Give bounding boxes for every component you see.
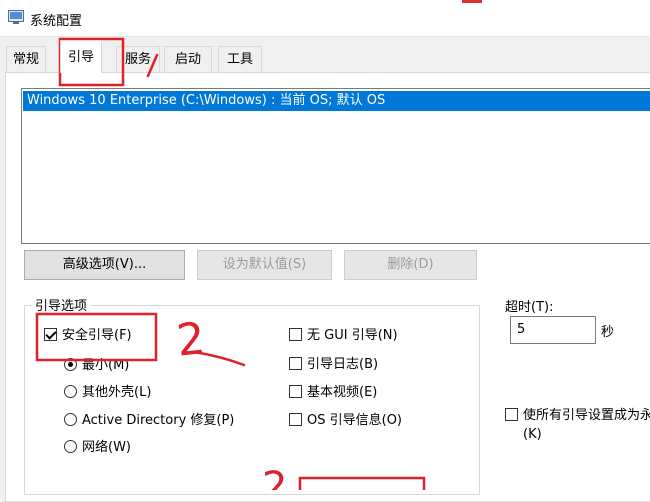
boot-log-label: 引导日志(B) xyxy=(307,357,379,372)
window-title: 系统配置 xyxy=(30,14,83,29)
no-gui-check-icon[interactable] xyxy=(289,328,302,341)
make-permanent-checkbox[interactable]: 使所有引导设置成为永 xyxy=(505,406,650,426)
tab-boot[interactable]: 引导 xyxy=(60,40,102,73)
tab-startup[interactable]: 启动 xyxy=(164,46,212,72)
title-bar: 系统配置 xyxy=(0,0,650,37)
os-list[interactable]: Windows 10 Enterprise (C:\Windows) : 当前 … xyxy=(21,88,650,244)
tab-services[interactable]: 服务 xyxy=(116,46,160,72)
advanced-options-button[interactable]: 高级选项(V)... xyxy=(24,250,185,280)
boot-log-check-icon[interactable] xyxy=(289,357,302,370)
os-boot-info-checkbox[interactable]: OS 引导信息(O) xyxy=(289,411,402,431)
minimal-radio[interactable]: 最小(M) xyxy=(64,356,129,376)
ad-repair-radio-icon[interactable] xyxy=(64,413,77,426)
boot-log-checkbox[interactable]: 引导日志(B) xyxy=(289,355,378,375)
os-boot-info-check-icon[interactable] xyxy=(289,413,302,426)
alternate-shell-label: 其他外壳(L) xyxy=(82,385,152,400)
base-video-checkbox[interactable]: 基本视频(E) xyxy=(289,383,377,403)
timeout-unit: 秒 xyxy=(601,325,615,340)
base-video-check-icon[interactable] xyxy=(289,385,302,398)
set-default-button[interactable]: 设为默认值(S) xyxy=(197,250,332,280)
timeout-label: 超时(T): xyxy=(505,300,554,315)
delete-button[interactable]: 删除(D) xyxy=(344,250,477,280)
make-permanent-label-2: (K) xyxy=(523,427,542,442)
minimal-radio-icon[interactable] xyxy=(64,358,77,371)
tab-tools[interactable]: 工具 xyxy=(218,46,262,72)
safe-boot-checkbox[interactable]: 安全引导(F) xyxy=(44,326,132,346)
minimal-label: 最小(M) xyxy=(82,358,130,373)
boot-options-legend: 引导选项 xyxy=(32,295,91,314)
safe-boot-check-icon[interactable] xyxy=(44,328,57,341)
network-label: 网络(W) xyxy=(82,440,131,455)
make-permanent-check-icon[interactable] xyxy=(505,408,518,421)
network-radio-icon[interactable] xyxy=(64,440,77,453)
tab-general[interactable]: 常规 xyxy=(6,46,46,72)
network-radio[interactable]: 网络(W) xyxy=(64,438,131,458)
ad-repair-radio[interactable]: Active Directory 修复(P) xyxy=(64,411,234,431)
no-gui-boot-checkbox[interactable]: 无 GUI 引导(N) xyxy=(289,326,398,346)
timeout-input[interactable]: 5 xyxy=(510,316,596,344)
ad-repair-label: Active Directory 修复(P) xyxy=(82,413,235,428)
os-list-item[interactable]: Windows 10 Enterprise (C:\Windows) : 当前 … xyxy=(23,91,650,111)
os-boot-info-label: OS 引导信息(O) xyxy=(307,413,402,428)
title-red-mark xyxy=(462,0,482,3)
no-gui-label: 无 GUI 引导(N) xyxy=(307,328,398,343)
alternate-shell-radio[interactable]: 其他外壳(L) xyxy=(64,383,151,403)
safe-boot-label: 安全引导(F) xyxy=(62,328,132,343)
base-video-label: 基本视频(E) xyxy=(307,385,378,400)
make-permanent-label: 使所有引导设置成为永 xyxy=(523,408,650,423)
alternate-shell-radio-icon[interactable] xyxy=(64,385,77,398)
system-config-icon xyxy=(8,10,24,24)
